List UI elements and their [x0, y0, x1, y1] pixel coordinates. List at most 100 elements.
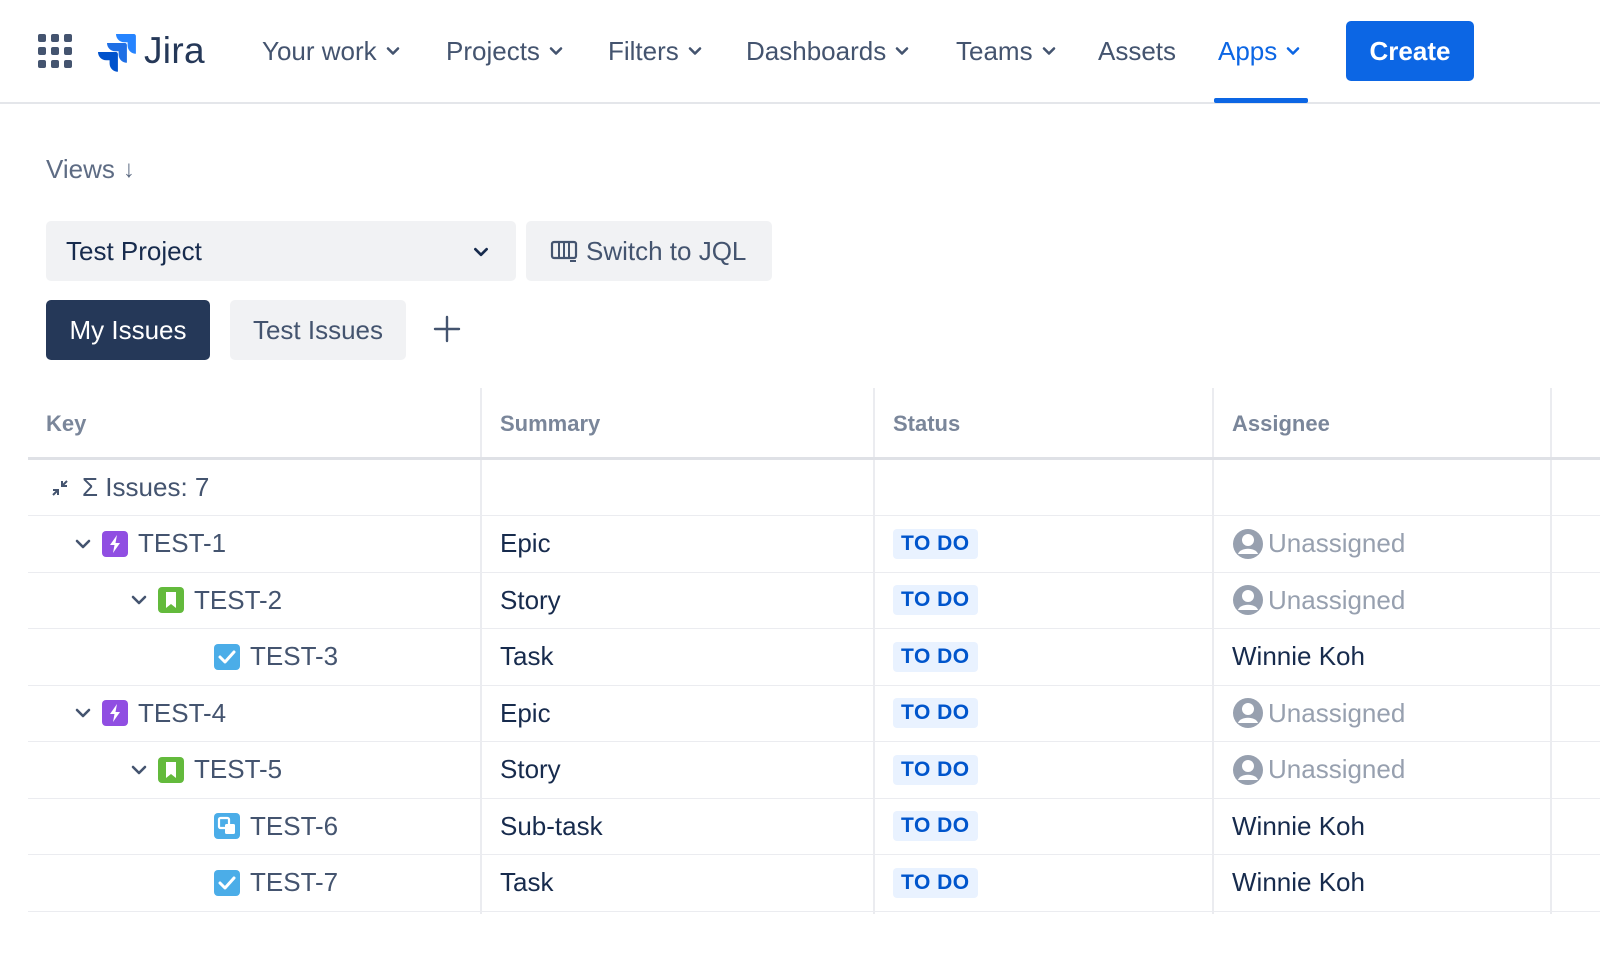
collapse-all-icon[interactable]	[50, 478, 70, 498]
status-lozenge[interactable]: TO DO	[893, 585, 978, 616]
summary-cell[interactable]: Task	[500, 629, 553, 685]
jira-logo[interactable]: Jira	[96, 28, 205, 74]
nav-apps[interactable]: Apps	[1218, 30, 1301, 72]
chevron-down-icon	[1042, 47, 1055, 55]
active-nav-indicator	[1214, 98, 1308, 103]
status-lozenge[interactable]: TO DO	[893, 528, 978, 559]
chevron-down-icon[interactable]	[74, 535, 92, 553]
status-lozenge[interactable]: TO DO	[893, 641, 978, 672]
chevron-down-icon	[895, 47, 909, 55]
nav-filters[interactable]: Filters	[608, 30, 703, 72]
key-cell: TEST-6	[214, 799, 338, 855]
summary-cell[interactable]: Story	[500, 742, 561, 798]
status-cell: TO DO	[893, 686, 978, 742]
status-lozenge[interactable]: TO DO	[893, 698, 978, 729]
nav-your-work[interactable]: Your work	[262, 30, 401, 72]
chevron-down-icon	[1286, 47, 1300, 55]
key-cell: TEST-7	[214, 855, 338, 911]
switch-to-jql-button[interactable]: Switch to JQL	[526, 221, 772, 281]
tab-my-issues[interactable]: My Issues	[46, 300, 210, 360]
column-header-summary[interactable]: Summary	[500, 388, 600, 460]
arrow-down-icon: ↓	[122, 155, 135, 183]
summary-cell[interactable]: Task	[500, 855, 553, 911]
status-cell: TO DO	[893, 573, 978, 629]
assignee-name[interactable]: Winnie Koh	[1232, 867, 1365, 898]
issue-key-link[interactable]: TEST-5	[194, 754, 282, 785]
assignee-name[interactable]: Unassigned	[1268, 528, 1405, 559]
assignee-name[interactable]: Unassigned	[1268, 585, 1405, 616]
issue-key-link[interactable]: TEST-4	[138, 698, 226, 729]
views-toggle[interactable]: Views ↓	[46, 154, 135, 185]
column-header-status[interactable]: Status	[893, 388, 960, 460]
chevron-down-icon	[549, 47, 563, 55]
nav-dashboards[interactable]: Dashboards	[746, 30, 910, 72]
column-header-key[interactable]: Key	[46, 388, 86, 460]
status-lozenge[interactable]: TO DO	[893, 867, 978, 898]
assignee-name[interactable]: Unassigned	[1268, 754, 1405, 785]
nav-assets[interactable]: Assets	[1098, 30, 1176, 72]
chevron-down-icon[interactable]	[130, 591, 148, 609]
assignee-cell: Unassigned	[1232, 686, 1405, 742]
assignee-cell: Winnie Koh	[1232, 629, 1365, 685]
project-select[interactable]: Test Project	[46, 221, 516, 281]
table-row[interactable]: TEST-1 Epic TO DO Unassigned	[28, 516, 1600, 573]
epic-icon	[102, 530, 128, 557]
summary-cell[interactable]: Sub-task	[500, 799, 603, 855]
story-icon	[158, 756, 184, 783]
nav-teams-label: Teams	[956, 35, 1033, 66]
key-cell: TEST-3	[214, 629, 338, 685]
summary-cell[interactable]: Epic	[500, 686, 551, 742]
status-cell: TO DO	[893, 799, 978, 855]
create-button[interactable]: Create	[1346, 21, 1474, 81]
jira-logo-icon	[98, 34, 136, 72]
nav-your-work-label: Your work	[262, 35, 377, 66]
chevron-down-icon	[386, 47, 399, 55]
nav-projects[interactable]: Projects	[446, 30, 564, 72]
add-view-icon[interactable]	[430, 312, 464, 346]
status-cell: TO DO	[893, 516, 978, 572]
jql-icon	[550, 240, 578, 262]
assignee-name[interactable]: Winnie Koh	[1232, 811, 1365, 842]
nav-assets-label: Assets	[1098, 35, 1177, 66]
issue-key-link[interactable]: TEST-7	[250, 867, 338, 898]
table-row[interactable]: TEST-7 Task TO DO Winnie Koh	[28, 855, 1600, 912]
table-row[interactable]: TEST-2 Story TO DO Unassigned	[28, 573, 1600, 629]
key-cell: TEST-2	[130, 573, 282, 629]
assignee-name[interactable]: Winnie Koh	[1232, 641, 1365, 672]
issue-key-link[interactable]: TEST-1	[138, 528, 226, 559]
assignee-cell: Winnie Koh	[1232, 799, 1365, 855]
chevron-down-icon[interactable]	[130, 761, 148, 779]
table-row[interactable]: TEST-3 Task TO DO Winnie Koh	[28, 629, 1600, 686]
assignee-name[interactable]: Unassigned	[1268, 698, 1405, 729]
unassigned-avatar-icon	[1233, 585, 1263, 616]
issue-key-link[interactable]: TEST-2	[194, 585, 282, 616]
issue-key-link[interactable]: TEST-3	[250, 641, 338, 672]
table-header: Key Summary Status Assignee	[28, 388, 1600, 460]
table-row[interactable]: TEST-4 Epic TO DO Unassigned	[28, 686, 1600, 742]
summary-cell[interactable]: Story	[500, 573, 561, 629]
status-lozenge[interactable]: TO DO	[893, 754, 978, 785]
task-icon	[214, 869, 240, 896]
project-select-value: Test Project	[66, 235, 202, 266]
summary-cell[interactable]: Epic	[500, 516, 551, 572]
key-cell: TEST-1	[74, 516, 226, 572]
chevron-down-icon[interactable]	[74, 704, 92, 722]
table-row[interactable]: TEST-6 Sub-task TO DO Winnie Koh	[28, 799, 1600, 855]
views-label: Views	[46, 154, 115, 184]
table-row[interactable]: TEST-5 Story TO DO Unassigned	[28, 742, 1600, 799]
nav-projects-label: Projects	[446, 35, 540, 66]
chevron-down-icon	[474, 247, 488, 257]
tab-test-issues[interactable]: Test Issues	[230, 300, 406, 360]
switch-to-jql-label: Switch to JQL	[586, 235, 747, 266]
column-header-assignee[interactable]: Assignee	[1232, 388, 1330, 460]
assignee-cell: Winnie Koh	[1232, 855, 1365, 911]
issue-key-link[interactable]: TEST-6	[250, 811, 338, 842]
epic-icon	[102, 700, 128, 727]
app-switcher-icon[interactable]	[38, 34, 72, 68]
subtask-icon	[214, 813, 240, 840]
unassigned-avatar-icon	[1233, 698, 1263, 729]
status-cell: TO DO	[893, 629, 978, 685]
nav-teams[interactable]: Teams	[956, 30, 1057, 72]
key-cell: TEST-4	[74, 686, 226, 742]
status-lozenge[interactable]: TO DO	[893, 811, 978, 842]
